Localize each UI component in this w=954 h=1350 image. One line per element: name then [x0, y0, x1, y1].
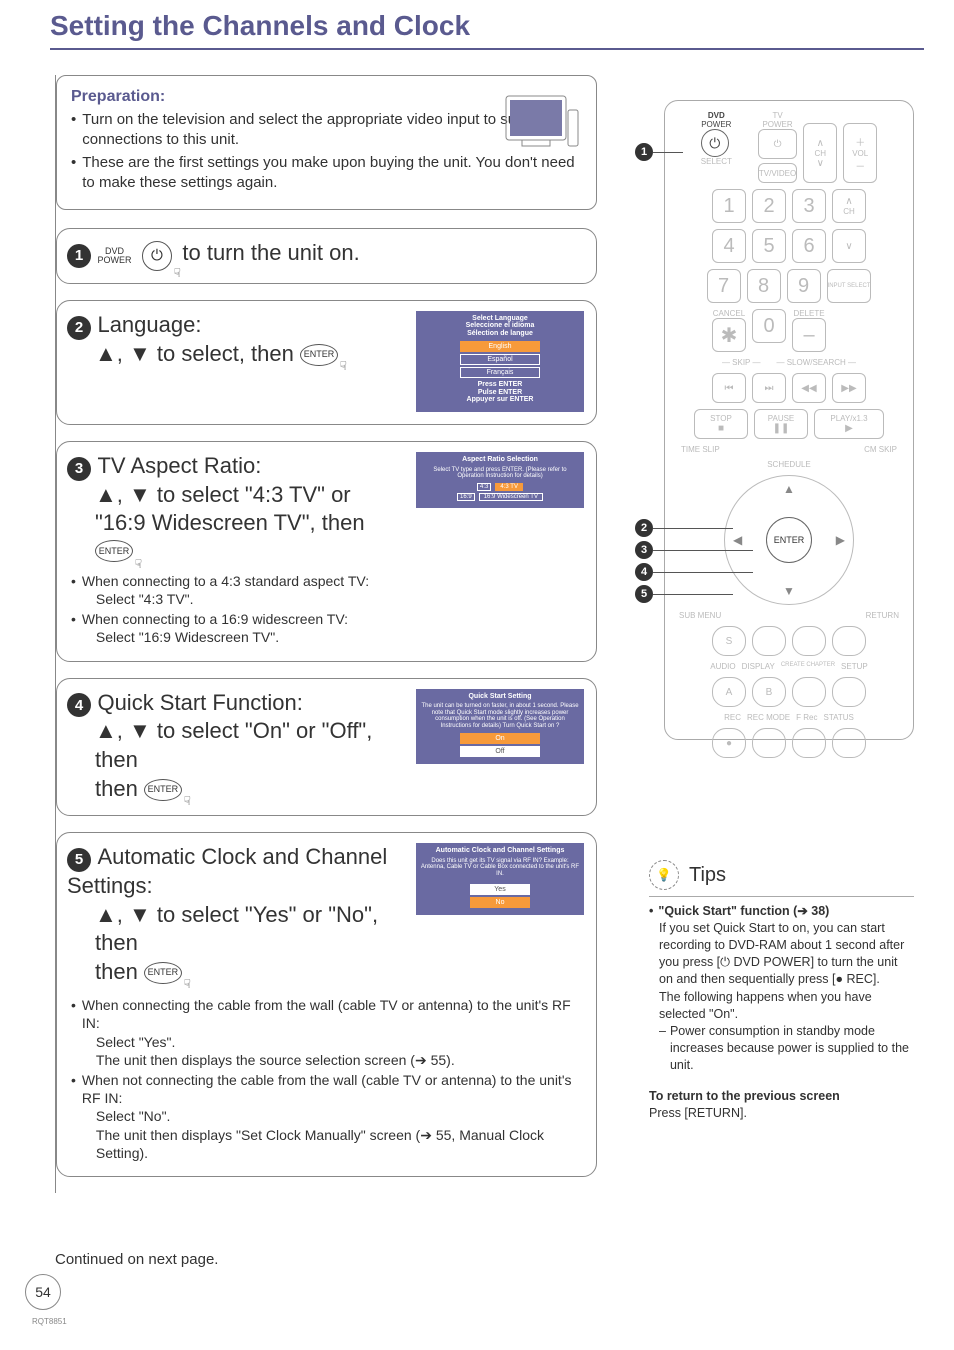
step4-instr: ▲, ▼ to select "On" or "Off", then	[95, 718, 372, 772]
dvd-power-label: DVDPOWER	[97, 247, 131, 265]
osd-auto-clock: Automatic Clock and Channel Settings Doe…	[416, 843, 584, 914]
tips-lead: "Quick Start" function (➔ 38)	[658, 903, 829, 920]
callout-badge: 1	[635, 143, 653, 161]
step3-title: TV Aspect Ratio:	[97, 453, 261, 478]
rewind-icon: ◀◀	[792, 373, 826, 403]
step-number-icon: 3	[67, 457, 91, 481]
tips-title: Tips	[689, 862, 726, 889]
tips-return-body: Press [RETURN].	[649, 1105, 914, 1122]
enter-button: ENTER	[766, 517, 812, 563]
stop-button: STOP■	[694, 409, 748, 439]
osd-option: Off	[460, 746, 540, 757]
tv-illustration	[504, 90, 584, 160]
hand-icon: ☟	[340, 359, 347, 375]
skip-fwd-icon: ⏭	[752, 373, 786, 403]
step-number-icon: 1	[67, 244, 91, 268]
vol-rocker: ＋VOL－	[843, 123, 877, 183]
step5-instr: ▲, ▼ to select "Yes" or "No", then	[95, 902, 378, 956]
osd-option: Yes	[470, 884, 530, 895]
step3-notes: When connecting to a 4:3 standard aspect…	[67, 572, 584, 647]
osd-option: No	[470, 897, 530, 908]
osd-option: 4:34:3 TV	[445, 483, 555, 491]
step2-instr: ▲, ▼ to select, then	[95, 341, 300, 366]
step1-text: to turn the unit on.	[182, 240, 359, 265]
ch-rocker: ∧CH∨	[803, 123, 837, 183]
page-number: 54	[25, 1274, 61, 1310]
osd-option: English	[460, 341, 540, 352]
step5-title: Automatic Clock and Channel Settings:	[67, 844, 387, 898]
enter-icon: ENTER☟	[144, 779, 182, 801]
skip-back-icon: ⏮	[712, 373, 746, 403]
osd-option: 16:916:9 Widescreen TV	[445, 493, 555, 501]
hand-icon: ☟	[174, 266, 181, 280]
tips-text: Power consumption in standby mode increa…	[670, 1023, 914, 1074]
step5-notes: When connecting the cable from the wall …	[67, 996, 584, 1162]
left-arrow-icon: ◀	[733, 533, 742, 547]
callout-badge: 4	[635, 563, 653, 581]
osd-option: Español	[460, 354, 540, 365]
step4-title: Quick Start Function:	[97, 690, 302, 715]
up-arrow-icon: ▲	[783, 482, 795, 496]
nav-wheel: ▲ ▼ ◀ ▶ ENTER	[724, 475, 854, 605]
page-title: Setting the Channels and Clock	[50, 10, 924, 50]
play-button: PLAY/x1.3▶	[814, 409, 884, 439]
hand-icon: ☟	[184, 794, 191, 810]
ffwd-icon: ▶▶	[832, 373, 866, 403]
power-icon: ⏻	[701, 129, 729, 157]
callout-badge: 3	[635, 541, 653, 559]
main-flow: Preparation: Turn on the television and …	[55, 75, 615, 1193]
step-5: 5 Automatic Clock and Channel Settings: …	[56, 832, 597, 1177]
enter-icon: ENTER☟	[144, 962, 182, 984]
step3-instr: ▲, ▼ to select "4:3 TV" or "16:9 Widescr…	[67, 481, 406, 538]
osd-quickstart: Quick Start Setting The unit can be turn…	[416, 689, 584, 764]
step-4: 4 Quick Start Function: ▲, ▼ to select "…	[56, 678, 597, 817]
step-number-icon: 4	[67, 693, 91, 717]
tips-text: If you set Quick Start to on, you can st…	[649, 920, 914, 988]
osd-language: Select Language Seleccione el idioma Sél…	[416, 311, 584, 412]
hand-icon: ☟	[135, 557, 142, 571]
osd-option: Français	[460, 367, 540, 378]
step-2: 2 Language: ▲, ▼ to select, then ENTER☟ …	[56, 300, 597, 425]
step-1: 1 DVDPOWER ⏻☟ to turn the unit on.	[56, 228, 597, 284]
tv-video-button: TV/VIDEO	[758, 163, 797, 183]
remote-illustration: DVDPOWER ⏻ SELECT TVPOWER ⏻ TV/VIDEO ∧CH…	[664, 100, 914, 740]
ch-rocker: ∧CH	[832, 189, 866, 223]
pause-button: PAUSE❚❚	[754, 409, 808, 439]
step-3: 3 TV Aspect Ratio: ▲, ▼ to select "4:3 T…	[56, 441, 597, 662]
doc-id: RQT8851	[32, 1317, 67, 1326]
tips-text: The following happens when you have sele…	[649, 989, 914, 1023]
down-arrow-icon: ▼	[783, 584, 795, 598]
tips-return-header: To return to the previous screen	[649, 1089, 840, 1103]
hand-icon: ☟	[184, 977, 191, 993]
tips-section: 💡 Tips "Quick Start" function (➔ 38) If …	[649, 860, 914, 1122]
power-icon: ⏻☟	[142, 241, 172, 271]
callout-badge: 5	[635, 585, 653, 603]
tv-power-button: ⏻	[758, 129, 797, 159]
osd-aspect: Aspect Ratio Selection Select TV type an…	[416, 452, 584, 508]
step-number-icon: 5	[67, 848, 91, 872]
osd-option: On	[460, 733, 540, 744]
continued-text: Continued on next page.	[55, 1251, 218, 1268]
step2-title: Language:	[97, 312, 201, 337]
enter-icon: ENTER☟	[300, 344, 338, 366]
enter-icon: ENTER☟	[95, 540, 133, 562]
tips-icon: 💡	[649, 860, 679, 890]
callout-badge: 2	[635, 519, 653, 537]
right-arrow-icon: ▶	[836, 533, 845, 547]
preparation-box: Preparation: Turn on the television and …	[56, 75, 597, 210]
step-number-icon: 2	[67, 316, 91, 340]
